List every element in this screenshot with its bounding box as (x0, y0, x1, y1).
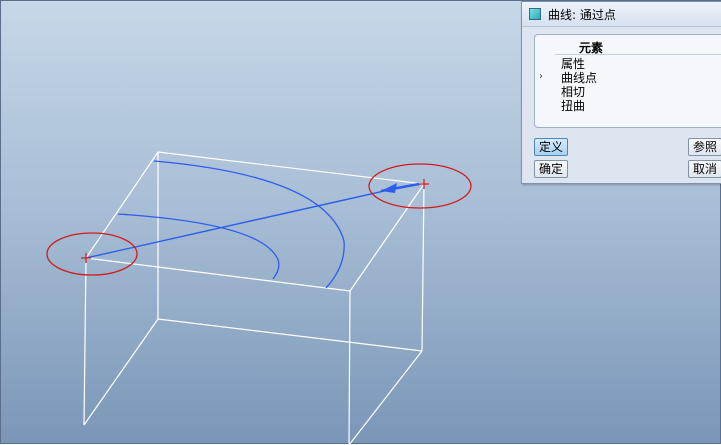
ok-button[interactable]: 确定 (534, 160, 569, 178)
element-list-header: 元素 (555, 39, 721, 55)
box-edge (348, 350, 423, 445)
curve-line (85, 188, 394, 259)
box-edge (157, 318, 423, 352)
current-element-marker-icon: › (539, 71, 543, 82)
through-point-curve[interactable] (85, 182, 420, 259)
cancel-button[interactable]: 取消 (688, 160, 721, 178)
references-button[interactable]: 参照 (688, 138, 721, 156)
start-point[interactable] (81, 253, 91, 263)
outer-arc-curve[interactable] (153, 160, 345, 289)
element-item-tangency[interactable]: 相切 (561, 85, 585, 99)
dialog-title: 曲线: 通过点 (548, 8, 616, 22)
box-edge (157, 151, 425, 185)
box-edge (349, 183, 425, 292)
box-edge (85, 151, 159, 259)
box-edge (85, 257, 351, 292)
box-edge (83, 257, 87, 426)
datum-curves (117, 160, 345, 289)
element-list[interactable]: 元素 › 属性 曲线点 相切 扭曲 (534, 34, 721, 128)
define-button[interactable]: 定义 (534, 138, 569, 156)
end-point-highlight (368, 163, 472, 209)
curve-through-points-dialog[interactable]: 曲线: 通过点 元素 › 属性 曲线点 相切 扭曲 定义 参照 确定 取消 (521, 1, 721, 184)
box-edge (83, 318, 159, 426)
inner-arc-curve[interactable] (117, 213, 280, 280)
element-item-tweak[interactable]: 扭曲 (561, 99, 585, 113)
element-item-attributes[interactable]: 属性 (561, 57, 585, 71)
start-point-highlight (46, 232, 138, 276)
dialog-app-icon (529, 8, 541, 20)
dialog-titlebar[interactable]: 曲线: 通过点 (522, 2, 721, 27)
end-point[interactable] (419, 179, 429, 189)
element-list-header-label: 元素 (579, 41, 604, 55)
wireframe-box (83, 151, 425, 445)
element-item-curve-points[interactable]: 曲线点 (561, 71, 597, 85)
box-edge (421, 183, 425, 352)
box-edge (348, 290, 351, 445)
